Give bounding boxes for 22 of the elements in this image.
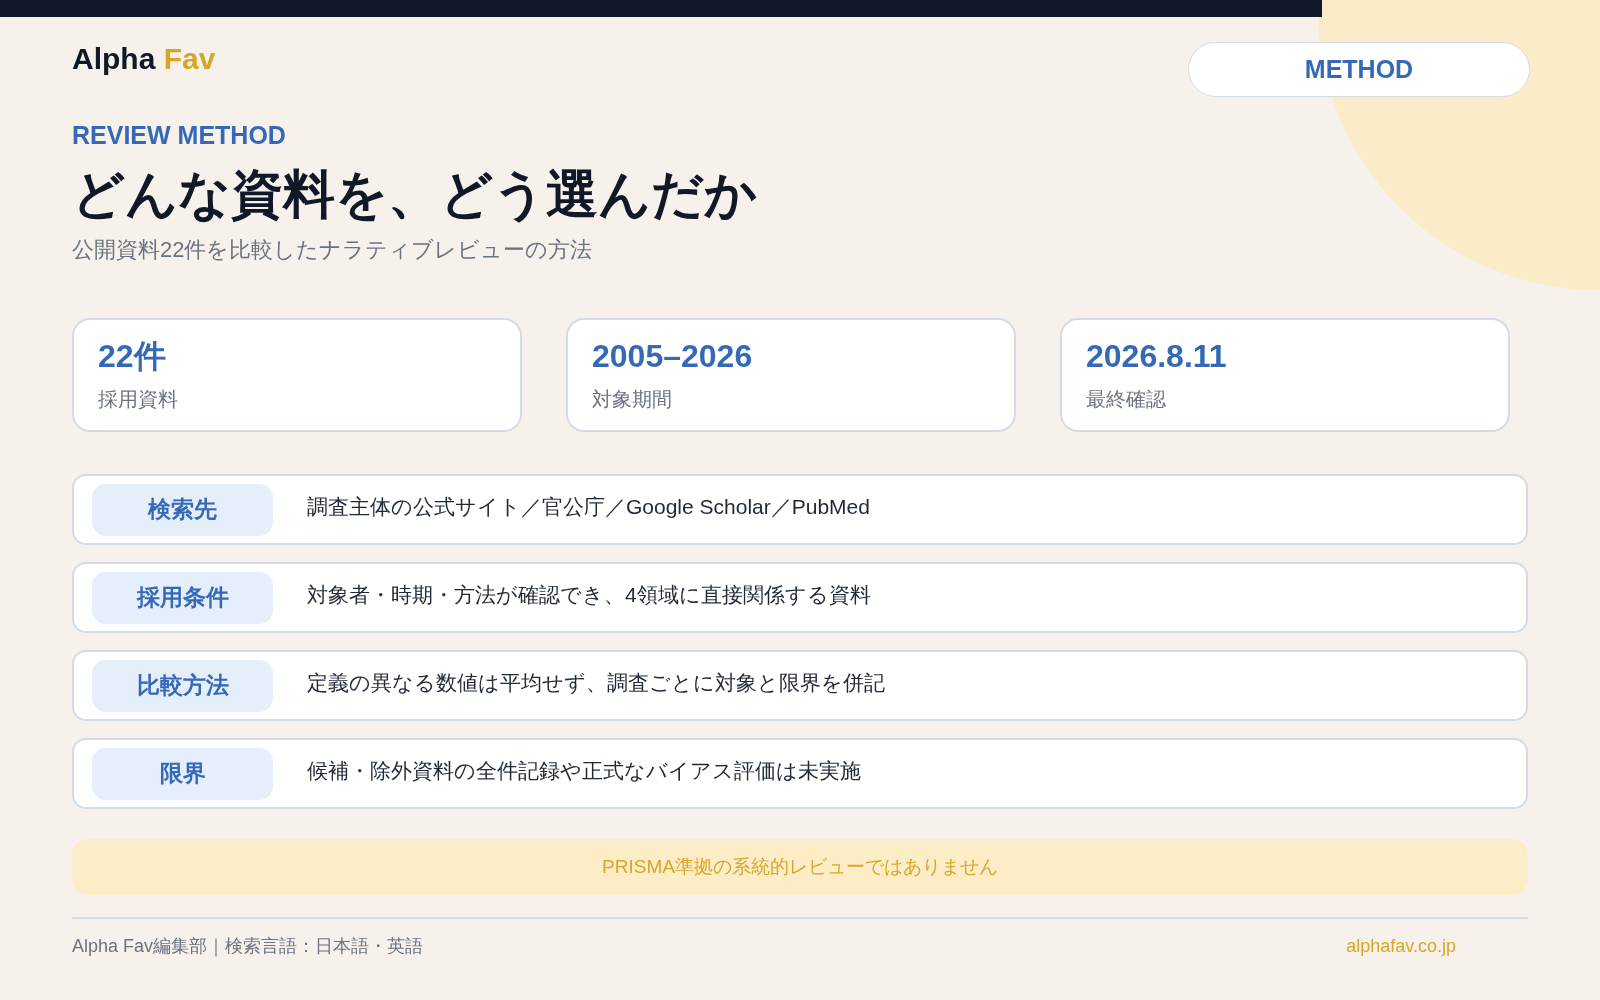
- website-link[interactable]: alphafav.co.jp: [1346, 933, 1456, 960]
- subtitle: 公開資料22件を比較したナラティブレビューの方法: [72, 236, 594, 264]
- row-text: 調査主体の公式サイト／官公庁／Google Scholar／PubMed: [307, 493, 870, 520]
- row-text: 対象者・時期・方法が確認でき、4領域に直接関係する資料: [307, 581, 871, 608]
- stat-label: 対象期間: [592, 387, 672, 412]
- row-text: 定義の異なる数値は平均せず、調査ごとに対象と限界を併記: [307, 669, 885, 696]
- stat-label: 最終確認: [1086, 387, 1166, 412]
- logo: Alpha Fav: [72, 44, 216, 74]
- row-label: 限界: [92, 747, 273, 800]
- row-label: 検索先: [92, 483, 273, 536]
- stat-value: 2005–2026: [592, 337, 753, 376]
- stat-label: 採用資料: [98, 387, 178, 412]
- row-text: 候補・除外資料の全件記録や正式なバイアス評価は未実施: [307, 757, 861, 784]
- notice-banner: PRISMA準拠の系統的レビューではありません: [72, 839, 1528, 895]
- eyebrow-label: REVIEW METHOD: [72, 123, 287, 148]
- footer-credit: Alpha Fav編集部｜検索言語：日本語・英語: [72, 935, 424, 959]
- method-badge: METHOD: [1188, 42, 1530, 97]
- stat-value: 2026.8.11: [1086, 337, 1227, 376]
- row-label: 採用条件: [92, 571, 273, 624]
- stat-value: 22件: [98, 337, 166, 376]
- row-label: 比較方法: [92, 659, 273, 712]
- page-title: どんな資料を、どう選んだか: [72, 164, 758, 225]
